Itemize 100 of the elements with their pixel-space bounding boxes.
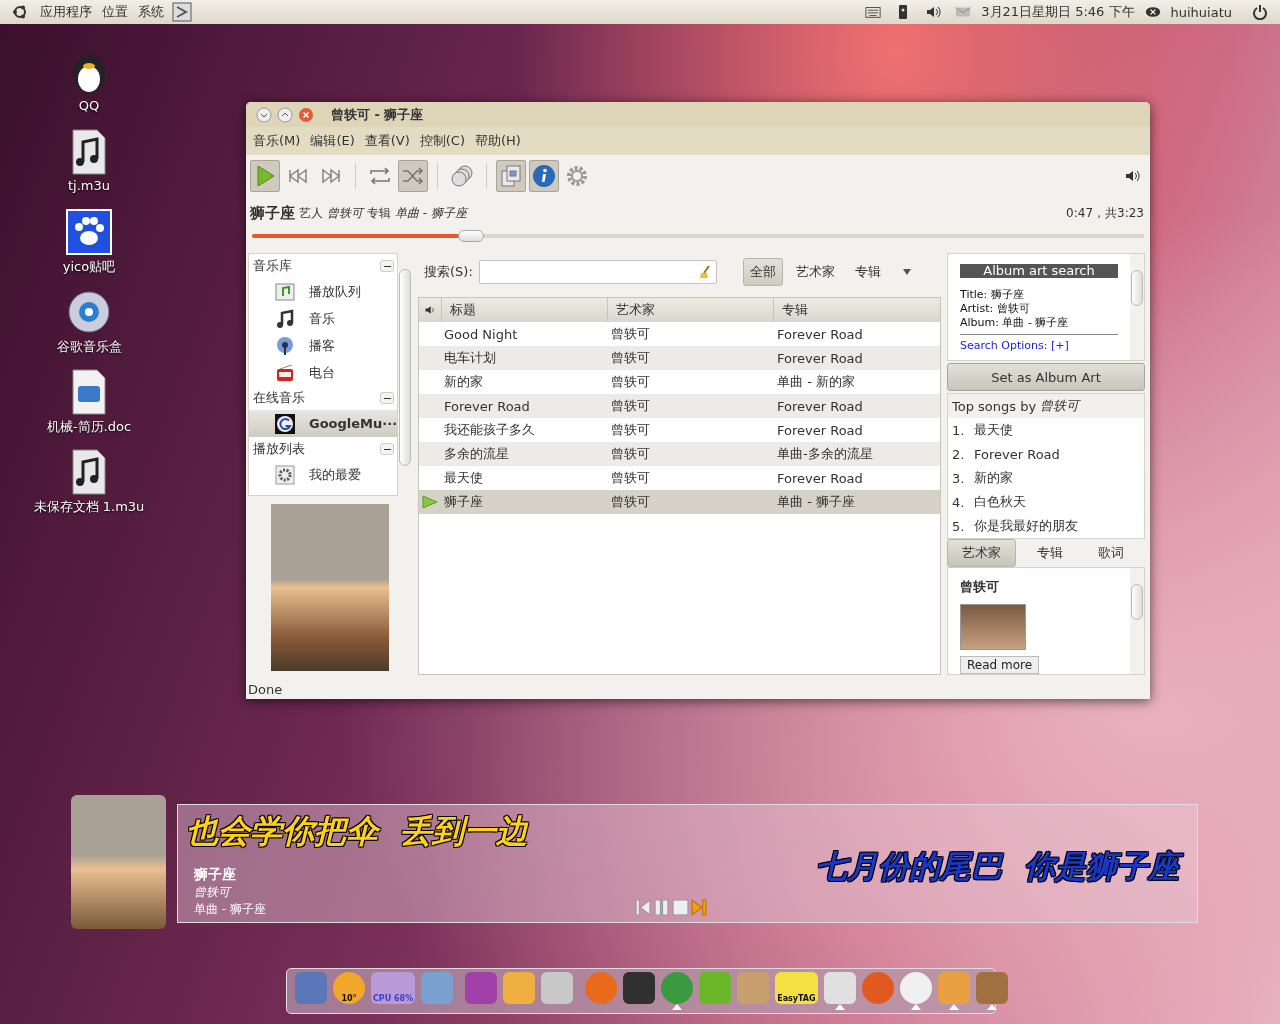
shuffle-button[interactable] xyxy=(398,160,428,192)
track-album: 单曲 - 狮子座 xyxy=(395,204,467,222)
info-button[interactable] xyxy=(529,160,559,192)
sidebar-item[interactable]: 音乐 xyxy=(249,305,398,332)
table-cell-text: 最天使 xyxy=(443,469,484,487)
icon-label[interactable]: yico贴吧 xyxy=(62,258,116,276)
table-cell-text: 曾轶可 xyxy=(610,469,651,487)
maximize-button[interactable] xyxy=(277,106,293,123)
user-name[interactable]: huihuiatu xyxy=(1170,4,1232,20)
keyboard-icon[interactable] xyxy=(865,4,882,20)
paw-icon[interactable] xyxy=(65,208,113,256)
table-cell-text: 狮子座 xyxy=(443,493,484,511)
menu-item[interactable]: 音乐(M) xyxy=(248,132,306,150)
sun-icon[interactable]: 10° xyxy=(333,972,365,1004)
disc-icon[interactable] xyxy=(65,288,113,336)
icon-label[interactable]: 未保存文档 1.m3u xyxy=(33,498,145,516)
sidebar-item[interactable]: 我的最爱 xyxy=(249,461,398,488)
track-row[interactable]: 新的家 曾轶可 单曲 - 新的家 xyxy=(419,370,940,394)
track-row[interactable]: Forever Road 曾轶可 Forever Road xyxy=(419,394,940,418)
seek-handle[interactable] xyxy=(457,230,484,242)
search-field[interactable] xyxy=(478,260,717,284)
table-cell-text: 我还能孩子多久 xyxy=(443,421,536,439)
song-title[interactable]: 白色秋天 xyxy=(974,493,1026,511)
set-album-art-button[interactable]: Set as Album Art xyxy=(947,363,1145,391)
column-header[interactable]: 专辑 xyxy=(773,298,940,322)
search-options-link[interactable]: Search Options: [+] xyxy=(960,339,1118,353)
track-title: 狮子座 xyxy=(194,866,237,884)
menu-item[interactable]: 控制(C) xyxy=(414,132,470,150)
song-title[interactable]: 你是我最好的朋友 xyxy=(974,517,1078,535)
sidebar-item[interactable]: 播客 xyxy=(249,332,398,359)
search-label: 搜索(S): xyxy=(424,263,473,281)
info-tab[interactable]: 歌词 xyxy=(1083,539,1139,567)
status-x-icon[interactable] xyxy=(1144,4,1161,20)
column-header[interactable]: 艺术家 xyxy=(607,298,773,322)
copy-button[interactable] xyxy=(496,160,526,192)
track-detail: Album: 单曲 - 狮子座 xyxy=(960,316,1070,330)
settings-icon xyxy=(565,164,589,188)
menu-item[interactable]: 帮助(H) xyxy=(470,132,526,150)
icon-label[interactable]: 机械-简历.doc xyxy=(46,418,132,436)
play-button[interactable] xyxy=(250,160,280,192)
section-heading: 播放列表 xyxy=(253,440,305,458)
column-header[interactable]: 标题 xyxy=(441,298,607,322)
icon-label[interactable]: 谷歌音乐盒 xyxy=(56,338,122,356)
next-button[interactable] xyxy=(691,899,708,916)
song-title[interactable]: 新的家 xyxy=(974,469,1013,487)
sidebar-item[interactable]: 电台 xyxy=(249,359,398,386)
filter-tab[interactable]: 全部 xyxy=(742,258,783,286)
broom-icon[interactable] xyxy=(697,265,712,279)
g-logo-icon xyxy=(275,413,295,434)
discs-icon xyxy=(450,164,474,188)
collapse-button[interactable] xyxy=(380,260,395,272)
minimize-button[interactable] xyxy=(256,106,272,123)
track-detail: Title: 狮子座 xyxy=(960,288,1025,302)
read-more-button[interactable]: Read more xyxy=(960,656,1040,674)
track-artist-label: 艺人 xyxy=(299,204,323,222)
table-cell-text: Forever Road xyxy=(776,325,864,344)
icon-label[interactable]: QQ xyxy=(78,98,100,113)
close-button[interactable] xyxy=(298,106,314,123)
track-row[interactable]: 狮子座 曾轶可 单曲 - 狮子座 xyxy=(419,490,940,514)
filter-tab[interactable]: 专辑 xyxy=(847,258,888,286)
collapse-button[interactable] xyxy=(380,392,395,404)
terminal-launcher-icon[interactable] xyxy=(172,2,192,22)
track-row[interactable]: Good Night 曾轶可 Forever Road xyxy=(419,322,940,346)
track-detail: Artist: 曾轶可 xyxy=(960,302,1031,316)
collapse-button[interactable] xyxy=(380,443,395,455)
dropdown-caret-icon[interactable] xyxy=(901,268,912,276)
track-row[interactable]: 我还能孩子多久 曾轶可 Forever Road xyxy=(419,418,940,442)
scrollbar[interactable] xyxy=(1130,568,1144,674)
track-title: 狮子座 xyxy=(250,203,295,223)
panel-menu[interactable]: 位置 xyxy=(100,3,130,21)
icon-label[interactable]: tj.m3u xyxy=(68,178,110,193)
lyric-line: 七月份的尾巴 你是狮子座 xyxy=(812,845,1189,887)
pause-button[interactable] xyxy=(653,899,670,916)
sidebar-item[interactable]: GoogleMu··· xyxy=(249,410,398,437)
track-row[interactable]: 电车计划 曾轶可 Forever Road xyxy=(419,346,940,370)
track-row[interactable]: 最天使 曾轶可 Forever Road xyxy=(419,466,940,490)
filter-tab[interactable]: 艺术家 xyxy=(788,258,842,286)
scrollbar[interactable] xyxy=(1130,254,1144,360)
previous-button[interactable] xyxy=(634,899,651,916)
list-number: 4. xyxy=(952,494,966,510)
ubuntu-logo-icon[interactable] xyxy=(12,4,28,20)
table-cell-text: 曾轶可 xyxy=(610,493,651,511)
tag-icon[interactable]: EasyTAG xyxy=(775,972,818,1004)
queue-icon xyxy=(275,281,295,302)
stop-button[interactable] xyxy=(672,899,689,916)
info-tab[interactable]: 专辑 xyxy=(1021,539,1078,567)
table-cell-text: 曾轶可 xyxy=(610,325,651,343)
sidebar-item[interactable]: 播放队列 xyxy=(249,278,398,305)
power-icon[interactable] xyxy=(1252,4,1268,20)
track-row[interactable]: 多余的流星 曾轶可 单曲-多余的流星 xyxy=(419,442,940,466)
clock[interactable]: 3月21日星期日 5:46 下午 xyxy=(981,3,1135,21)
menu-item[interactable]: 查看(V) xyxy=(359,132,415,150)
panel-menu[interactable]: 系统 xyxy=(136,3,166,21)
volume-icon[interactable] xyxy=(925,4,942,20)
menu-item[interactable]: 编辑(E) xyxy=(305,132,360,150)
song-title[interactable]: Forever Road xyxy=(974,446,1060,462)
panel-menu[interactable]: 应用程序 xyxy=(38,3,94,21)
info-tab[interactable]: 艺术家 xyxy=(947,539,1016,567)
volume-icon[interactable] xyxy=(1124,168,1140,184)
song-title[interactable]: 最天使 xyxy=(974,421,1013,439)
